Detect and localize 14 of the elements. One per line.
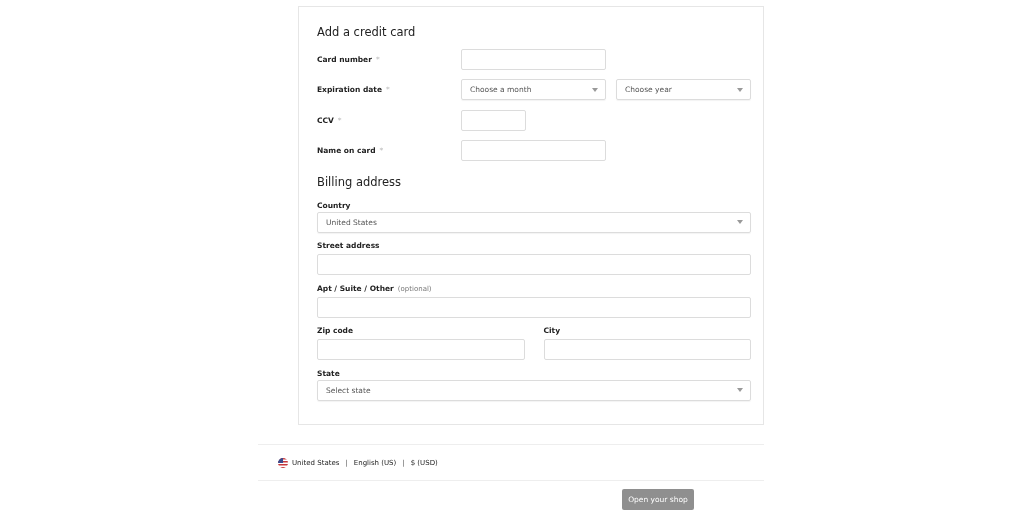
caret-icon bbox=[737, 87, 743, 92]
input-field[interactable] bbox=[543, 339, 751, 361]
input-field[interactable] bbox=[317, 339, 525, 361]
section-title: Add a credit card bbox=[317, 25, 417, 39]
flag-icon bbox=[278, 457, 288, 468]
input-field[interactable] bbox=[461, 109, 526, 131]
input-field[interactable] bbox=[317, 296, 751, 318]
caret-icon bbox=[737, 388, 743, 393]
input-field[interactable] bbox=[461, 49, 606, 70]
caret-icon bbox=[592, 87, 598, 92]
input-field[interactable] bbox=[461, 139, 606, 161]
section-title: Billing address bbox=[317, 174, 403, 189]
caret-icon bbox=[737, 220, 743, 225]
input-field[interactable] bbox=[317, 254, 751, 276]
